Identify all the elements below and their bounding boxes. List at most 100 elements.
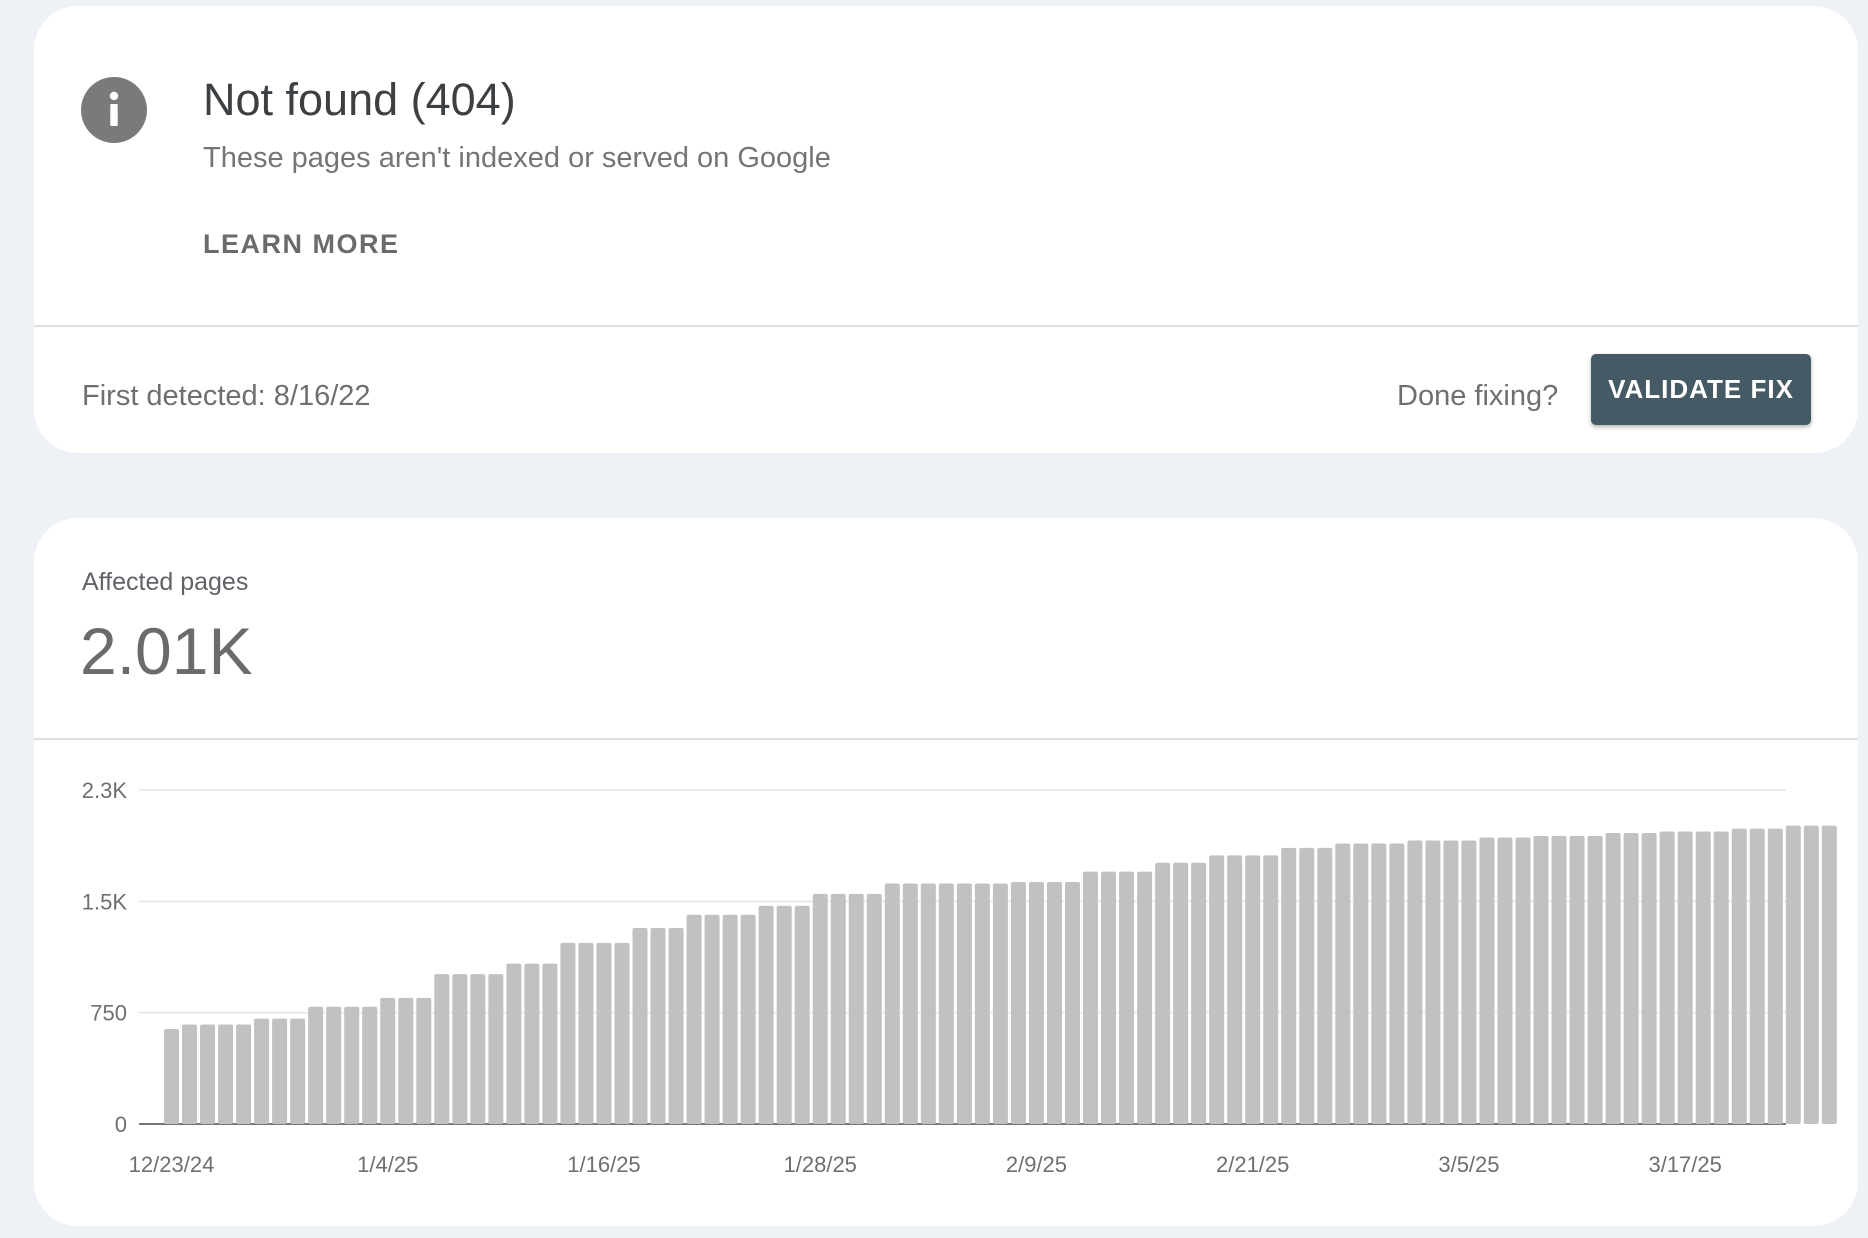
chart-bar[interactable] (1551, 836, 1567, 1124)
chart-bar[interactable] (668, 928, 684, 1124)
chart-bar[interactable] (1119, 871, 1135, 1124)
chart-bar[interactable] (1317, 847, 1333, 1124)
chart-bar[interactable] (776, 905, 792, 1124)
chart-bar[interactable] (434, 974, 450, 1124)
chart-bar[interactable] (974, 883, 990, 1124)
chart-x-axis: 12/23/24 1/4/25 1/16/25 1/28/25 2/9/25 2/21/2… (129, 1152, 1722, 1177)
chart-bar[interactable] (1713, 831, 1729, 1124)
chart-bar[interactable] (1785, 825, 1801, 1124)
chart-bar[interactable] (218, 1024, 234, 1124)
chart-bar[interactable] (848, 893, 864, 1124)
chart-bar[interactable] (920, 883, 936, 1124)
y-tick-label: 750 (90, 1001, 127, 1026)
y-tick-label: 2.3K (82, 778, 128, 803)
chart-bar[interactable] (1371, 843, 1387, 1124)
chart-bar[interactable] (866, 893, 882, 1124)
chart-bar[interactable] (1605, 833, 1621, 1124)
chart-bar[interactable] (344, 1006, 360, 1124)
chart-bar[interactable] (1461, 840, 1477, 1124)
chart-bar[interactable] (1389, 843, 1405, 1124)
chart-bar[interactable] (1155, 862, 1171, 1124)
chart-bar[interactable] (1028, 882, 1044, 1124)
chart-bar[interactable] (1497, 837, 1513, 1125)
chart-bar[interactable] (1641, 833, 1657, 1124)
chart-bars (164, 825, 1837, 1125)
chart-bar[interactable] (1101, 871, 1117, 1124)
chart-bar[interactable] (1065, 882, 1080, 1124)
chart-bar[interactable] (452, 974, 468, 1124)
chart-bar[interactable] (1659, 831, 1675, 1124)
chart-bar[interactable] (1587, 836, 1603, 1124)
chart-bar[interactable] (956, 883, 972, 1124)
chart-bar[interactable] (794, 905, 810, 1124)
chart-bar[interactable] (1749, 828, 1765, 1124)
chart-bar[interactable] (1299, 847, 1315, 1124)
chart-bar[interactable] (1191, 862, 1207, 1124)
chart-bar[interactable] (704, 914, 720, 1124)
chart-bar[interactable] (1425, 840, 1441, 1124)
validate-fix-button[interactable]: VALIDATE FIX (1591, 354, 1811, 425)
chart-bar[interactable] (398, 997, 414, 1124)
chart-bar[interactable] (542, 963, 558, 1124)
x-tick-label: 1/28/25 (784, 1152, 857, 1177)
chart-bar[interactable] (1335, 843, 1351, 1124)
chart-bar[interactable] (1227, 855, 1243, 1124)
chart-bar[interactable] (524, 963, 540, 1124)
chart-bar[interactable] (812, 893, 828, 1124)
chart-bar[interactable] (416, 997, 432, 1124)
chart-bar[interactable] (1245, 855, 1261, 1124)
chart-bar[interactable] (362, 1006, 378, 1124)
chart-bar[interactable] (1083, 871, 1099, 1124)
chart-bar[interactable] (884, 883, 900, 1124)
chart-bar[interactable] (686, 914, 702, 1124)
chart-bar[interactable] (758, 905, 774, 1124)
chart-bar[interactable] (1515, 837, 1531, 1125)
chart-bar[interactable] (506, 963, 522, 1124)
chart-bar[interactable] (596, 942, 612, 1124)
chart-bar[interactable] (632, 928, 648, 1124)
chart-bar[interactable] (1443, 840, 1459, 1124)
chart-bar[interactable] (1623, 833, 1639, 1124)
learn-more-link[interactable]: LEARN MORE (203, 229, 400, 260)
chart-bar[interactable] (1209, 855, 1225, 1124)
chart-bar[interactable] (164, 1029, 179, 1124)
chart-bar[interactable] (236, 1024, 252, 1124)
chart-bar[interactable] (470, 974, 486, 1124)
chart-bar[interactable] (614, 942, 630, 1124)
chart-bar[interactable] (902, 883, 918, 1124)
chart-bar[interactable] (1010, 882, 1026, 1124)
chart-bar[interactable] (992, 883, 1008, 1124)
chart-bar[interactable] (1533, 836, 1549, 1124)
chart-bar[interactable] (722, 914, 738, 1124)
chart-bar[interactable] (200, 1024, 216, 1124)
chart-bar[interactable] (740, 914, 756, 1124)
chart-bar[interactable] (1767, 828, 1783, 1124)
chart-bar[interactable] (1803, 825, 1819, 1124)
chart-bar[interactable] (1137, 871, 1153, 1124)
chart-bar[interactable] (938, 883, 954, 1124)
chart-bar[interactable] (1353, 843, 1369, 1124)
chart-bar[interactable] (326, 1006, 342, 1124)
chart-bar[interactable] (1677, 831, 1693, 1124)
chart-bar[interactable] (182, 1024, 198, 1124)
chart-bar[interactable] (1281, 847, 1297, 1124)
chart-bar[interactable] (1479, 837, 1495, 1125)
chart-bar[interactable] (308, 1006, 324, 1124)
chart-bar[interactable] (1046, 882, 1062, 1124)
chart-bar[interactable] (1821, 825, 1837, 1124)
chart-bar[interactable] (1173, 862, 1189, 1124)
chart-bar[interactable] (1569, 836, 1585, 1124)
chart-bar[interactable] (1695, 831, 1711, 1124)
chart-bar[interactable] (272, 1018, 288, 1124)
chart-bar[interactable] (1263, 855, 1279, 1124)
chart-bar[interactable] (578, 942, 594, 1124)
chart-bar[interactable] (380, 997, 396, 1124)
chart-bar[interactable] (1407, 840, 1423, 1124)
chart-bar[interactable] (254, 1018, 270, 1124)
chart-bar[interactable] (290, 1018, 306, 1124)
chart-bar[interactable] (650, 928, 666, 1124)
chart-bar[interactable] (830, 893, 846, 1124)
chart-bar[interactable] (1731, 828, 1747, 1124)
chart-bar[interactable] (488, 974, 504, 1124)
chart-bar[interactable] (560, 942, 576, 1124)
